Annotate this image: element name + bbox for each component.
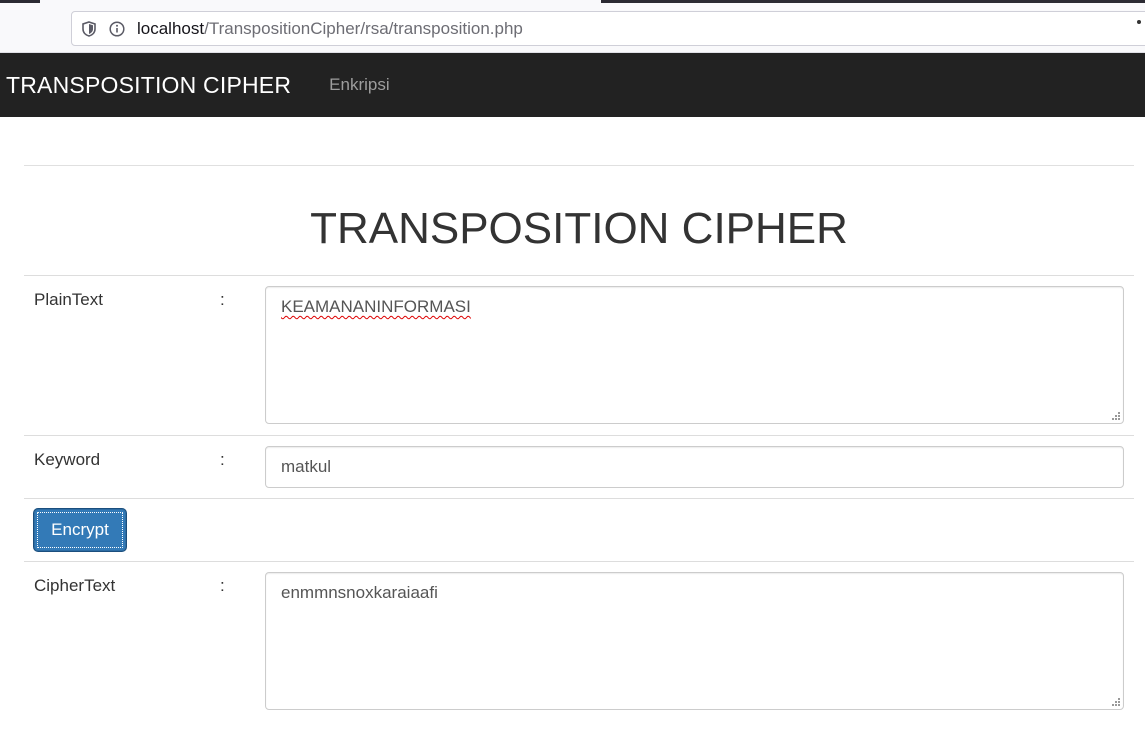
menu-icon[interactable] xyxy=(1137,20,1141,24)
navbar: TRANSPOSITION CIPHER Enkripsi xyxy=(0,53,1145,117)
ciphertext-label: CipherText xyxy=(34,576,116,595)
tracking-shield-icon[interactable] xyxy=(81,20,97,37)
page-title: TRANSPOSITION CIPHER xyxy=(310,204,848,253)
keyword-colon: : xyxy=(220,450,225,469)
resize-grip-icon[interactable] xyxy=(1110,696,1120,706)
button-row: Encrypt xyxy=(24,498,1134,561)
tab-strip xyxy=(601,0,1145,3)
url-path: /TranspositionCipher/rsa/transposition.p… xyxy=(204,18,523,38)
plaintext-colon: : xyxy=(220,290,225,309)
url-host: localhost xyxy=(137,18,205,38)
site-info-icon[interactable] xyxy=(109,20,125,37)
keyword-input[interactable]: matkul xyxy=(265,446,1124,488)
keyword-label: Keyword xyxy=(34,450,101,469)
keyword-value: matkul xyxy=(281,457,332,476)
tab-strip xyxy=(0,0,40,3)
plaintext-value: KEAMANANINFORMASI xyxy=(281,297,471,316)
url-text[interactable]: localhost/TranspositionCipher/rsa/transp… xyxy=(137,19,523,39)
navbar-brand[interactable]: TRANSPOSITION CIPHER xyxy=(6,72,291,99)
resize-grip-icon[interactable] xyxy=(1110,410,1120,420)
ciphertext-textarea[interactable]: enmmnsnoxkaraiaafi xyxy=(265,572,1124,710)
ciphertext-colon: : xyxy=(220,576,225,595)
ciphertext-row: CipherText : enmmnsnoxkaraiaafi xyxy=(24,561,1134,721)
plaintext-textarea[interactable]: KEAMANANINFORMASI xyxy=(265,286,1124,424)
plaintext-label: PlainText xyxy=(34,290,103,309)
address-bar[interactable]: localhost/TranspositionCipher/rsa/transp… xyxy=(71,11,1145,46)
nav-link-enkripsi[interactable]: Enkripsi xyxy=(329,75,389,95)
ciphertext-value: enmmnsnoxkaraiaafi xyxy=(281,583,438,602)
main-content: TRANSPOSITION CIPHER PlainText : KEAMANA… xyxy=(24,165,1134,721)
keyword-row: Keyword : matkul xyxy=(24,435,1134,498)
encrypt-button[interactable]: Encrypt xyxy=(34,509,126,551)
browser-toolbar: localhost/TranspositionCipher/rsa/transp… xyxy=(0,0,1145,53)
plaintext-row: PlainText : KEAMANANINFORMASI xyxy=(24,275,1134,435)
